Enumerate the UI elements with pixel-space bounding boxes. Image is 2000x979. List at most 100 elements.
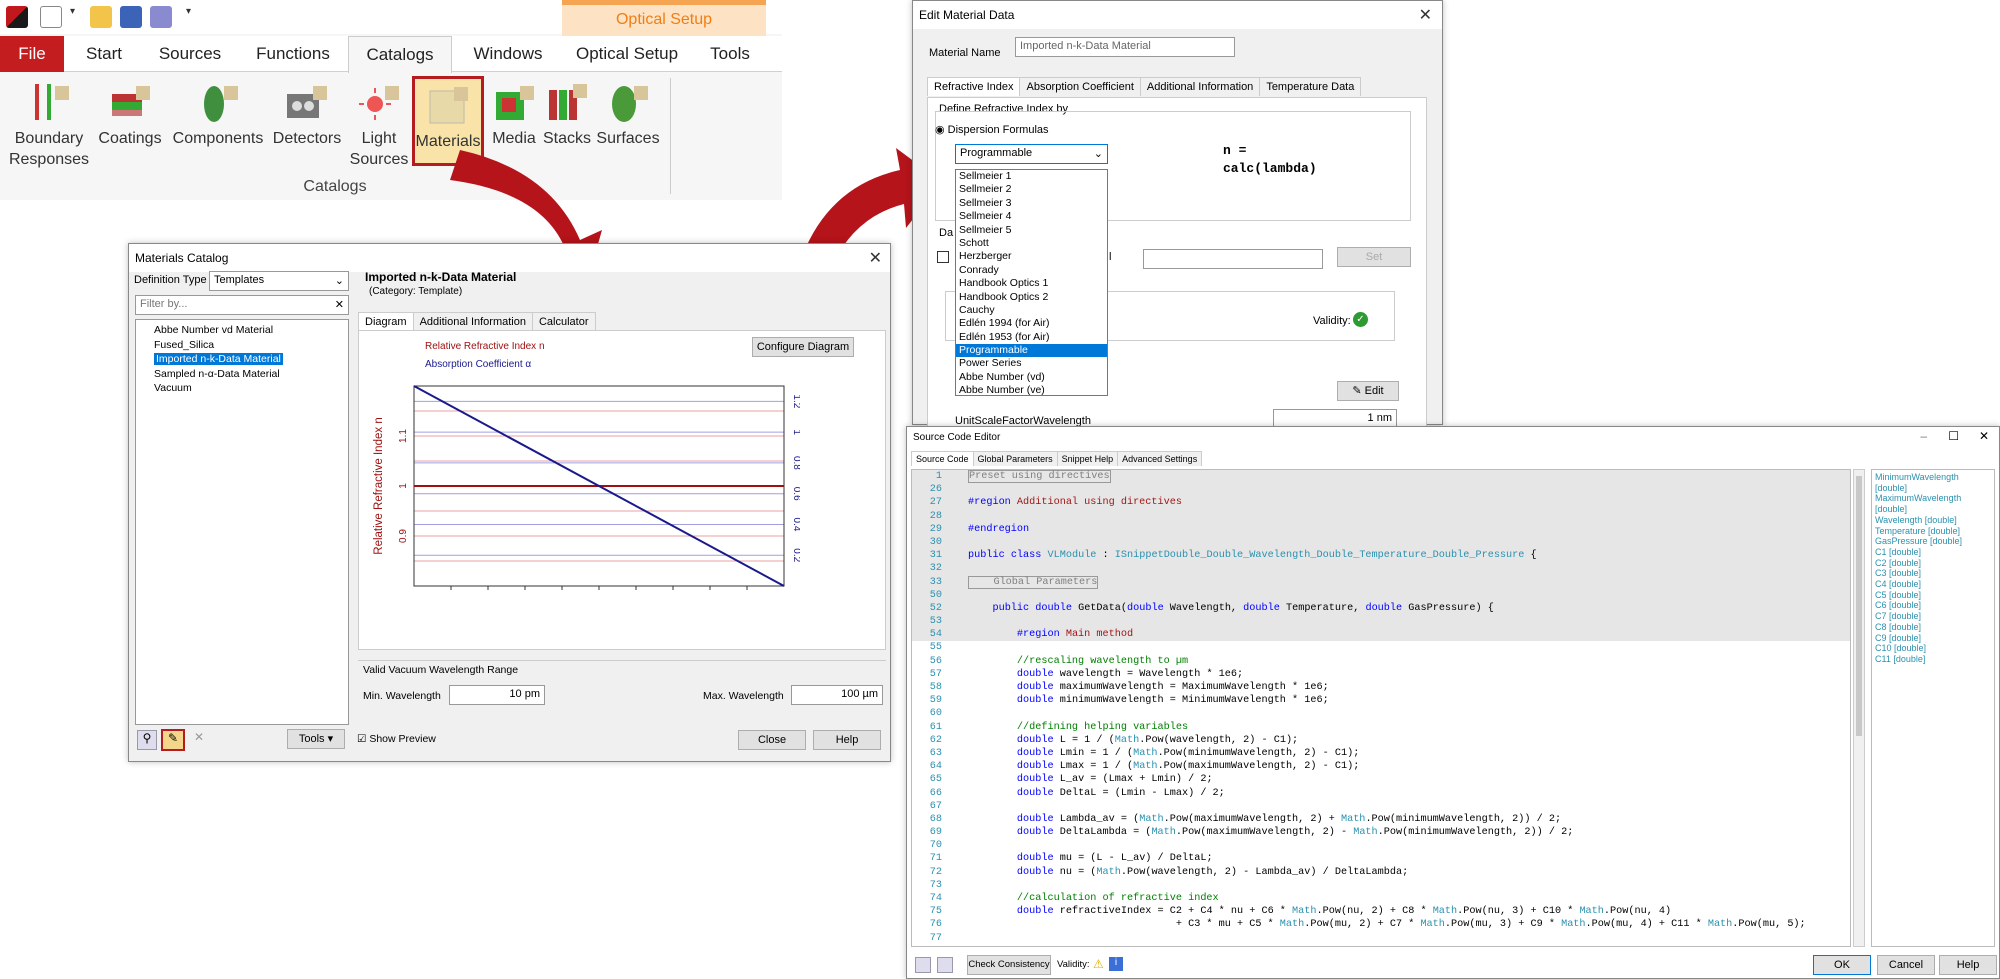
- code-line[interactable]: 29 #endregion: [912, 522, 1850, 536]
- dropdown-option[interactable]: Sellmeier 3: [956, 197, 1107, 210]
- code-line[interactable]: 65 double L_av = (Lmax + Lmin) / 2;: [912, 773, 1850, 786]
- code-line[interactable]: 26: [912, 483, 1850, 497]
- code-line[interactable]: 1 Preset using directives: [912, 470, 1850, 484]
- tab-sources[interactable]: Sources: [150, 36, 230, 72]
- code-line[interactable]: 59 double minimumWavelength = MinimumWav…: [912, 694, 1850, 707]
- close-icon[interactable]: ✕: [1979, 429, 1989, 443]
- parameter-item[interactable]: C11 [double]: [1875, 654, 1991, 665]
- code-line[interactable]: 28: [912, 509, 1850, 523]
- boundary-responses-button[interactable]: Boundary Responses: [8, 80, 90, 170]
- coatings-button[interactable]: Coatings: [94, 80, 166, 149]
- dropdown-option[interactable]: Herzberger: [956, 250, 1107, 263]
- code-line[interactable]: 73: [912, 879, 1850, 892]
- maximize-icon[interactable]: ☐: [1948, 429, 1959, 443]
- code-line[interactable]: 54 #region Main method: [912, 628, 1850, 642]
- parameter-item[interactable]: C5 [double]: [1875, 590, 1991, 601]
- file-field[interactable]: [1143, 249, 1323, 269]
- info-icon[interactable]: i: [1109, 957, 1123, 971]
- parameter-item[interactable]: Wavelength [double]: [1875, 515, 1991, 526]
- checkbox[interactable]: [937, 251, 949, 263]
- tab-advanced-settings[interactable]: Advanced Settings: [1117, 451, 1203, 466]
- dropdown-option[interactable]: Schott: [956, 237, 1107, 250]
- dropdown-option[interactable]: Sellmeier 4: [956, 210, 1107, 223]
- tools-button[interactable]: Tools ▾: [287, 729, 345, 749]
- dropdown-option[interactable]: Abbe Number (vd): [956, 371, 1107, 384]
- code-line[interactable]: 64 double Lmax = 1 / (Math.Pow(maximumWa…: [912, 760, 1850, 773]
- tab-catalogs[interactable]: Catalogs: [348, 36, 452, 73]
- tab-tools[interactable]: Tools: [700, 36, 760, 72]
- code-line[interactable]: 33 Global Parameters: [912, 575, 1850, 589]
- app-logo-icon[interactable]: [6, 6, 28, 28]
- list-item-selected[interactable]: Imported n-k-Data Material: [136, 352, 348, 367]
- code-line[interactable]: 27 #region Additional using directives: [912, 496, 1850, 510]
- code-line[interactable]: 61 //defining helping variables: [912, 721, 1850, 734]
- code-line[interactable]: 53: [912, 615, 1850, 629]
- tab-snippet-help[interactable]: Snippet Help: [1056, 451, 1119, 466]
- tab-temperature-data[interactable]: Temperature Data: [1259, 77, 1362, 96]
- filter-input[interactable]: Filter by... ✕: [135, 295, 349, 315]
- code-line[interactable]: 70: [912, 839, 1850, 852]
- parameter-item[interactable]: C7 [double]: [1875, 611, 1991, 622]
- parameter-item[interactable]: C10 [double]: [1875, 643, 1991, 654]
- parameter-item[interactable]: C2 [double]: [1875, 558, 1991, 569]
- code-line[interactable]: 32: [912, 562, 1850, 576]
- tab-global-parameters[interactable]: Global Parameters: [972, 451, 1058, 466]
- min-wavelength-field[interactable]: 10 pm: [449, 685, 545, 705]
- parameter-item[interactable]: C3 [double]: [1875, 568, 1991, 579]
- dropdown-option[interactable]: Abbe Number (ve): [956, 384, 1107, 397]
- close-button[interactable]: Close: [738, 730, 806, 750]
- list-item[interactable]: Fused_Silica: [136, 338, 348, 353]
- parameter-item[interactable]: MinimumWavelength [double]: [1875, 472, 1991, 493]
- code-editor[interactable]: 1 Preset using directives 26 27 #region Addi…: [911, 469, 1851, 947]
- max-wavelength-field[interactable]: 100 µm: [791, 685, 883, 705]
- code-line[interactable]: 60: [912, 707, 1850, 720]
- formula-select[interactable]: Programmable ⌄: [955, 144, 1108, 164]
- code-line[interactable]: 71 double mu = (L - L_av) / DeltaL;: [912, 852, 1850, 865]
- save-icon[interactable]: [120, 6, 142, 28]
- edit-button[interactable]: ✎ Edit: [1337, 381, 1399, 401]
- parameter-item[interactable]: MaximumWavelength [double]: [1875, 493, 1991, 514]
- customize-qat-icon[interactable]: ▾: [186, 6, 198, 28]
- tab-functions[interactable]: Functions: [244, 36, 342, 72]
- definition-type-select[interactable]: Templates ⌄: [209, 271, 349, 291]
- dropdown-option[interactable]: Handbook Optics 1: [956, 277, 1107, 290]
- tab-additional-information[interactable]: Additional Information: [412, 312, 533, 331]
- close-icon[interactable]: ✕: [869, 248, 882, 268]
- dispersion-radio[interactable]: ◉ Dispersion Formulas: [935, 123, 1049, 136]
- code-line[interactable]: 69 double DeltaLambda = (Math.Pow(maximu…: [912, 826, 1850, 839]
- light-sources-button[interactable]: Light Sources: [346, 80, 412, 170]
- tab-file[interactable]: File: [0, 36, 64, 72]
- help-button[interactable]: Help: [813, 730, 881, 750]
- code-line[interactable]: 72 double nu = (Math.Pow(wavelength, 2) …: [912, 866, 1850, 879]
- detectors-button[interactable]: Detectors: [270, 80, 344, 149]
- dropdown-option[interactable]: Sellmeier 2: [956, 183, 1107, 196]
- tab-calculator[interactable]: Calculator: [531, 312, 596, 331]
- list-item[interactable]: Sampled n-α-Data Material: [136, 367, 348, 382]
- dropdown-option[interactable]: Power Series: [956, 357, 1107, 370]
- code-line[interactable]: 66 double DeltaL = (Lmin - Lmax) / 2;: [912, 787, 1850, 800]
- code-line[interactable]: 74 //calculation of refractive index: [912, 892, 1850, 905]
- code-line[interactable]: 58 double maximumWavelength = MaximumWav…: [912, 681, 1850, 694]
- close-icon[interactable]: ✕: [1419, 5, 1432, 25]
- parameter-item[interactable]: C6 [double]: [1875, 600, 1991, 611]
- list-item[interactable]: Vacuum: [136, 381, 348, 396]
- components-button[interactable]: Components: [168, 80, 268, 149]
- show-preview-checkbox[interactable]: ☑ Show Preview: [357, 733, 436, 745]
- window-icon[interactable]: [150, 6, 172, 28]
- code-line[interactable]: 50: [912, 588, 1850, 602]
- parameter-item[interactable]: C4 [double]: [1875, 579, 1991, 590]
- material-name-field[interactable]: Imported n-k-Data Material: [1015, 37, 1235, 57]
- parameter-item[interactable]: Temperature [double]: [1875, 526, 1991, 537]
- parameter-item[interactable]: C1 [double]: [1875, 547, 1991, 558]
- clear-filter-icon[interactable]: ✕: [335, 298, 344, 311]
- code-line[interactable]: 30: [912, 535, 1850, 550]
- parameter-item[interactable]: C9 [double]: [1875, 633, 1991, 644]
- open-folder-icon[interactable]: [90, 6, 112, 28]
- parameter-item[interactable]: GasPressure [double]: [1875, 536, 1991, 547]
- code-line[interactable]: 76 + C3 * mu + C5 * Math.Pow(mu, 2) + C7…: [912, 918, 1850, 931]
- dropdown-option[interactable]: Sellmeier 1: [956, 170, 1107, 183]
- code-line[interactable]: 67: [912, 800, 1850, 813]
- dropdown-option[interactable]: Conrady: [956, 264, 1107, 277]
- dropdown-arrow-icon[interactable]: ▾: [70, 6, 80, 28]
- code-line[interactable]: 68 double Lambda_av = (Math.Pow(maximumW…: [912, 813, 1850, 826]
